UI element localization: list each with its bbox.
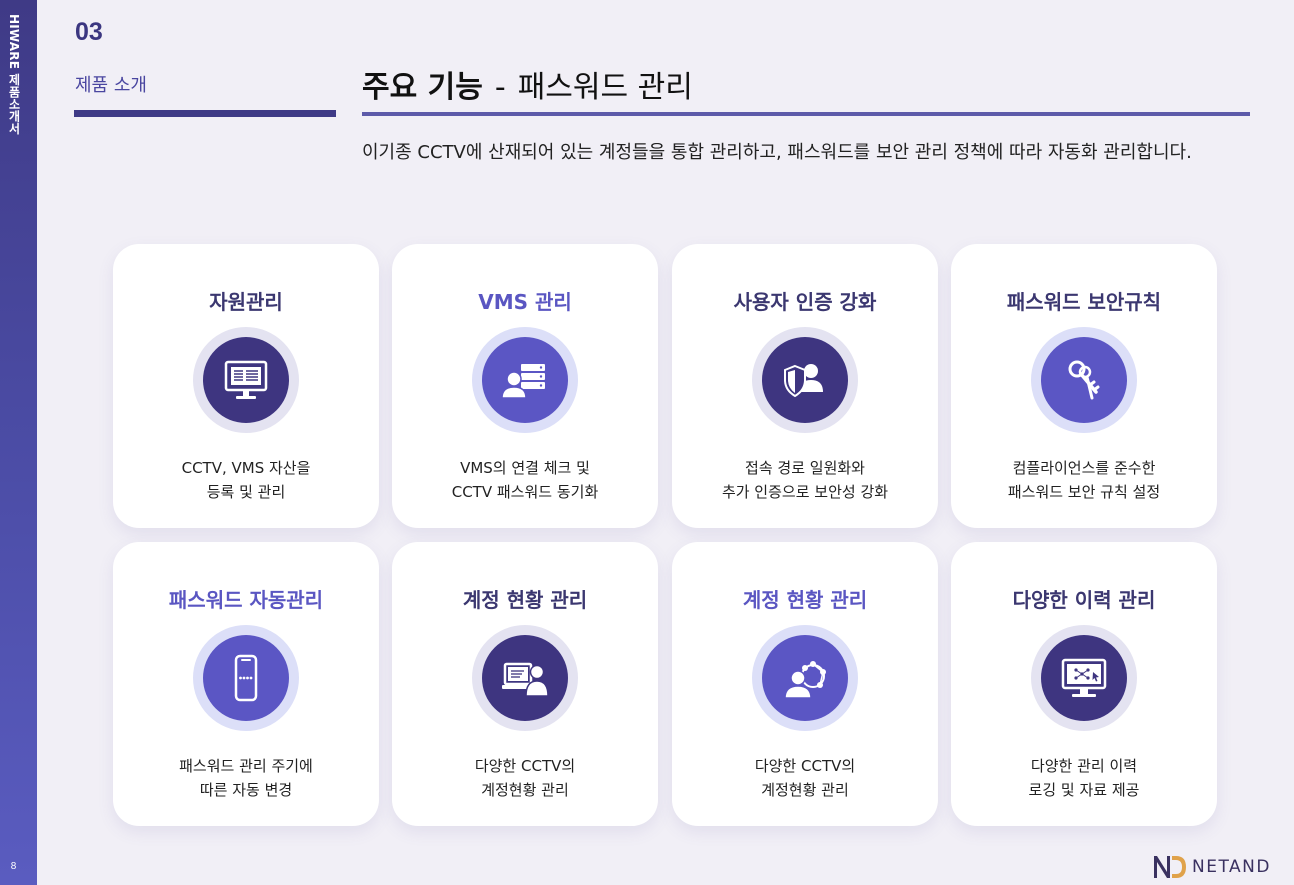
feature-card-asset-management: 자원관리 CCTV, VMS 자산을 등록 및 관리 [113,244,379,528]
feature-card-title: 패스워드 보안규칙 [1006,290,1162,314]
section-label: 제품 소개 [75,75,147,96]
feature-card-title: VMS 관리 [478,290,572,314]
sidebar: HIWARE 제품소개서 8 [0,0,37,885]
feature-card-user-authentication: 사용자 인증 강화 접속 경로 일원화와 추가 인증으로 보안성 강화 [672,244,938,528]
feature-card-title: 사용자 인증 강화 [733,290,877,314]
feature-card-vms-management: VMS 관리 VMS의 연결 체크 및 CCTV 패스워드 동기화 [392,244,658,528]
feature-card-description: 다양한 CCTV의 계정현황 관리 [474,757,576,799]
page-number: 8 [10,861,17,872]
feature-card-description: 컴플라이언스를 준수한 패스워드 보안 규칙 설정 [1007,459,1161,501]
feature-card-title: 다양한 이력 관리 [1012,588,1156,612]
page-title-dash: - [494,70,506,105]
page-title: 주요 기능 - 패스워드 관리 [362,62,693,106]
feature-card-description: VMS의 연결 체크 및 CCTV 패스워드 동기화 [451,459,599,501]
feature-card-description: CCTV, VMS 자산을 등록 및 관리 [181,459,311,501]
feature-card-password-policy: 패스워드 보안규칙 컴플라이언스를 준수한 패스워드 보안 규칙 설정 [951,244,1217,528]
monitor-network-icon [1041,635,1127,721]
shield-user-icon [762,337,848,423]
feature-card-description: 패스워드 관리 주기에 따른 자동 변경 [179,757,313,799]
user-network-icon [762,635,848,721]
feature-card-title: 패스워드 자동관리 [168,588,324,612]
laptop-user-icon [482,635,568,721]
section-underline [74,110,336,117]
feature-card-password-automation: 패스워드 자동관리 패스워드 관리 주기에 따른 자동 변경 [113,542,379,826]
section-number: 03 [75,18,103,46]
netand-logo: NETAND [1152,854,1271,880]
feature-card-title: 계정 현황 관리 [462,588,588,612]
feature-card-title: 자원관리 [209,290,283,314]
netand-logo-text: NETAND [1192,857,1271,877]
smartphone-password-icon [203,635,289,721]
netand-logo-mark [1154,856,1186,878]
feature-card-description: 접속 경로 일원화와 추가 인증으로 보안성 강화 [721,459,889,501]
page-title-main: 주요 기능 [362,70,483,105]
page-description: 이기종 CCTV에 산재되어 있는 계정들을 통합 관리하고, 패스워드를 보안… [362,142,1192,163]
title-underline [362,112,1250,116]
page-title-sub: 패스워드 관리 [517,70,693,105]
user-server-icon [482,337,568,423]
feature-card-account-status-2: 계정 현황 관리 다양한 CCTV의 계정현황 관리 [672,542,938,826]
feature-card-title: 계정 현황 관리 [742,588,868,612]
feature-card-account-status: 계정 현황 관리 다양한 CCTV의 계정현황 관리 [392,542,658,826]
feature-card-history-management: 다양한 이력 관리 다양한 관리 이력 로깅 및 자료 제공 [951,542,1217,826]
sidebar-title: HIWARE 제품소개서 [7,14,21,135]
keys-icon [1041,337,1127,423]
monitor-icon [203,337,289,423]
feature-card-description: 다양한 관리 이력 로깅 및 자료 제공 [1028,757,1140,799]
feature-card-description: 다양한 CCTV의 계정현황 관리 [754,757,856,799]
